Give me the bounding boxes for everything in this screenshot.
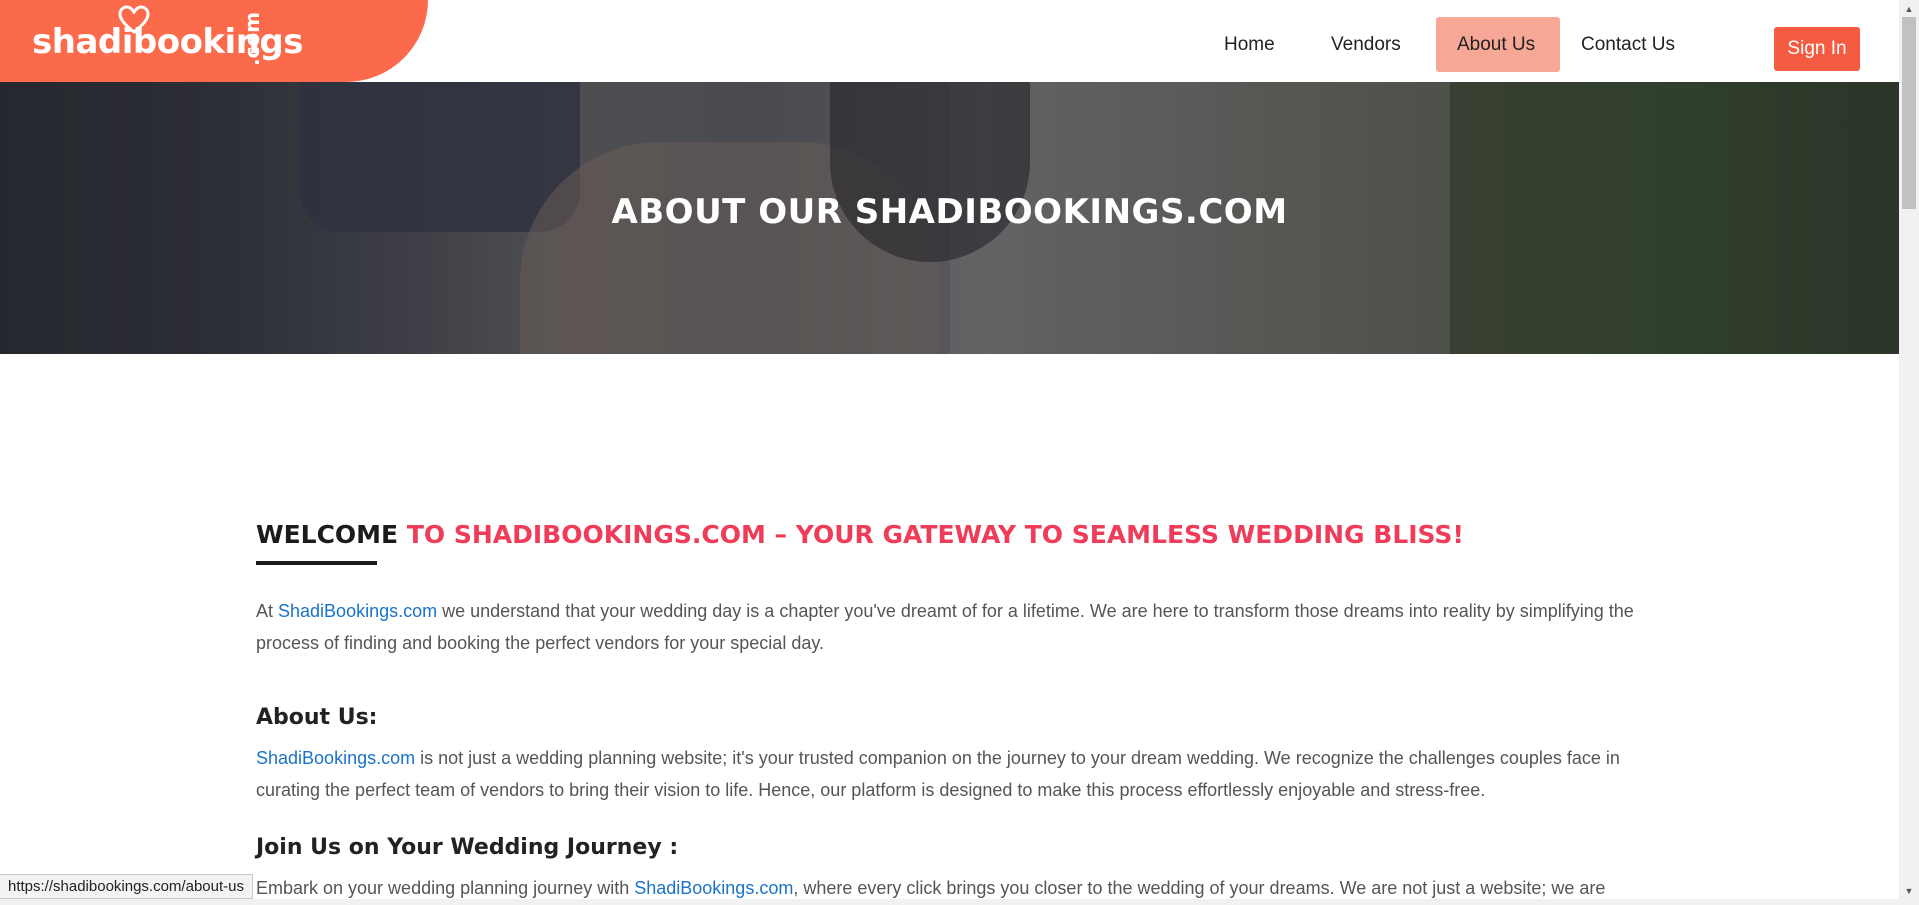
- hero-banner: ABOUT OUR SHADIBOOKINGS.COM: [0, 82, 1899, 354]
- scroll-thumb[interactable]: [1902, 17, 1916, 209]
- main-content: WELCOME TO SHADIBOOKINGS.COM – YOUR GATE…: [256, 520, 1656, 898]
- scroll-up-arrow-icon[interactable]: ▲: [1899, 0, 1919, 17]
- heading-underline: [256, 561, 377, 565]
- nav-vendors[interactable]: Vendors: [1310, 17, 1436, 72]
- welcome-accent: TO SHADIBOOKINGS.COM – YOUR GATEWAY TO S…: [398, 520, 1464, 549]
- logo-suffix: .com: [240, 11, 264, 66]
- nav-home[interactable]: Home: [1203, 17, 1310, 72]
- welcome-lead: WELCOME: [256, 520, 399, 549]
- about-paragraph: ShadiBookings.com is not just a wedding …: [256, 742, 1651, 806]
- join-heading: Join Us on Your Wedding Journey :: [256, 835, 679, 860]
- horizontal-scrollbar[interactable]: [0, 899, 1919, 905]
- sign-in-button[interactable]: Sign In: [1774, 27, 1860, 71]
- about-link[interactable]: ShadiBookings.com: [256, 748, 415, 768]
- join-prefix: Embark on your wedding planning journey …: [256, 878, 635, 898]
- vertical-scrollbar[interactable]: ▲ ▼: [1899, 0, 1919, 905]
- nav-contact-us[interactable]: Contact Us: [1560, 17, 1700, 72]
- main-nav: Home Vendors About Us Contact Us: [1203, 17, 1700, 72]
- logo[interactable]: shadibookings .com: [0, 0, 428, 82]
- nav-about-us[interactable]: About Us: [1436, 17, 1560, 72]
- intro-link[interactable]: ShadiBookings.com: [278, 601, 437, 621]
- join-link[interactable]: ShadiBookings.com: [634, 878, 793, 898]
- status-bar-url: https://shadibookings.com/about-us: [0, 874, 253, 899]
- scroll-down-arrow-icon[interactable]: ▼: [1899, 882, 1919, 899]
- intro-prefix: At: [256, 601, 279, 621]
- about-heading: About Us:: [256, 705, 378, 730]
- logo-suffix-wrap: .com: [240, 12, 264, 126]
- hero-title: ABOUT OUR SHADIBOOKINGS.COM: [611, 192, 1288, 232]
- join-text: , where every click brings you closer to…: [793, 878, 1606, 898]
- welcome-heading: WELCOME TO SHADIBOOKINGS.COM – YOUR GATE…: [256, 520, 1656, 549]
- intro-text: we understand that your wedding day is a…: [256, 601, 1634, 653]
- intro-paragraph: At ShadiBookings.com we understand that …: [256, 595, 1651, 659]
- site-header: shadibookings .com Home Vendors About Us…: [0, 0, 1899, 82]
- about-text: is not just a wedding planning website; …: [256, 748, 1620, 800]
